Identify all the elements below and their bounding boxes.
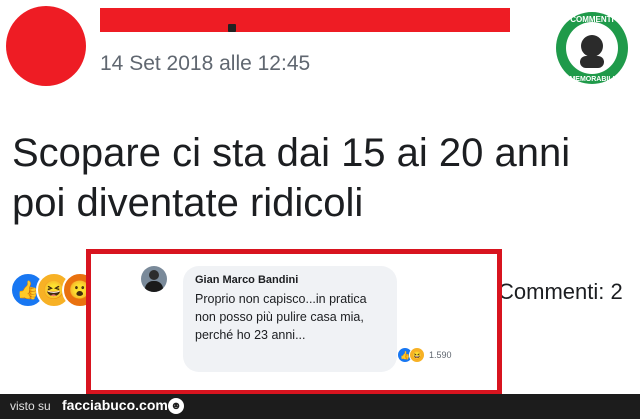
cursor-icon [228,24,236,32]
comment-reactions-count: 1.590 [429,350,452,360]
highlighted-comment-box: Gian Marco Bandini Proprio non capisco..… [86,249,502,395]
post-body: Scopare ci sta dai 15 ai 20 anni poi div… [12,128,632,228]
comment-bubble: Gian Marco Bandini Proprio non capisco..… [183,266,397,372]
post-text-line-1: Scopare ci sta dai 15 ai 20 anni [12,131,571,175]
watermark-footer: visto su facciabuco.com ☻ [0,394,640,419]
comments-count-link[interactable]: Commenti: 2 [498,279,623,305]
redacted-author-name[interactable] [100,8,510,32]
redacted-avatar[interactable] [6,6,86,86]
commenti-memorabili-logo: COMMENTI MEMORABILI [556,12,628,84]
footer-seen-on: visto su [10,399,51,413]
smiley-face-icon: ☻ [168,398,184,414]
comment-text: Proprio non capisco...in pratica non pos… [195,292,367,342]
comment-author[interactable]: Gian Marco Bandini [195,274,385,286]
footer-brand[interactable]: facciabuco.com [62,397,168,413]
comment-reactions[interactable]: 👍 😆 1.590 [397,346,452,364]
post-timestamp[interactable]: 14 Set 2018 alle 12:45 [100,52,310,76]
logo-bottom-text: MEMORABILI [569,76,614,83]
commenter-avatar[interactable] [141,266,167,292]
logo-top-text: COMMENTI [570,15,614,24]
laughing-face-icon: 😆 [409,347,425,363]
post-text-line-2: poi diventate ridicoli [12,181,364,225]
